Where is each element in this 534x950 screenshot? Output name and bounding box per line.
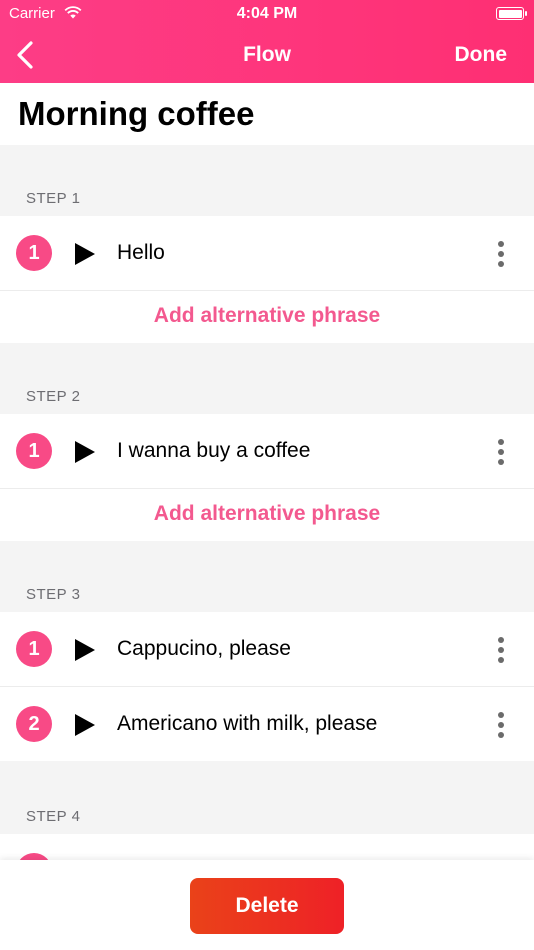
add-alternative-phrase-button[interactable]: Add alternative phrase (0, 291, 534, 343)
steps-list: STEP 1 1 Hello Add alternative phrase ST… (0, 145, 534, 909)
step-label: STEP 1 (26, 190, 81, 207)
step-header: STEP 4 (0, 761, 534, 834)
header: Carrier 4:04 PM Flow Done (0, 0, 534, 83)
phrase-text: I wanna buy a coffee (117, 439, 311, 462)
phrase-row[interactable]: 2 Americano with milk, please (0, 687, 534, 761)
more-vertical-icon[interactable] (497, 636, 505, 664)
step-header: STEP 1 (0, 145, 534, 216)
nav-bar: Flow Done (0, 36, 534, 76)
step-label: STEP 3 (26, 586, 81, 603)
step-header: STEP 3 (0, 541, 534, 612)
play-icon[interactable] (74, 713, 96, 737)
phrase-index-badge: 1 (16, 235, 52, 271)
phrase-index-badge: 1 (16, 631, 52, 667)
done-button[interactable]: Done (455, 43, 508, 67)
battery-icon (496, 7, 527, 20)
phrase-index-badge: 2 (16, 706, 52, 742)
delete-button[interactable]: Delete (190, 878, 344, 934)
phrase-text: Americano with milk, please (117, 712, 378, 735)
add-alternative-phrase-label: Add alternative phrase (153, 304, 381, 327)
step-header: STEP 2 (0, 343, 534, 414)
more-vertical-icon[interactable] (497, 240, 505, 268)
play-icon[interactable] (74, 638, 96, 662)
phrase-row[interactable]: 1 Hello (0, 216, 534, 291)
phrase-row[interactable]: 1 I wanna buy a coffee (0, 414, 534, 489)
status-time: 4:04 PM (236, 5, 298, 22)
step-label: STEP 4 (26, 808, 81, 825)
step-label: STEP 2 (26, 388, 81, 405)
title-bar: Morning coffee (0, 83, 534, 145)
more-vertical-icon[interactable] (497, 438, 505, 466)
footer: Delete (0, 860, 534, 950)
phrase-text: Hello (117, 241, 165, 264)
add-alternative-phrase-label: Add alternative phrase (153, 502, 381, 525)
page-title: Morning coffee (18, 95, 255, 132)
status-bar: Carrier 4:04 PM (0, 4, 534, 24)
add-alternative-phrase-button[interactable]: Add alternative phrase (0, 489, 534, 541)
play-icon[interactable] (74, 440, 96, 464)
phrase-index-badge: 1 (16, 433, 52, 469)
phrase-text: Cappucino, please (117, 637, 291, 660)
play-icon[interactable] (74, 242, 96, 266)
more-vertical-icon[interactable] (497, 711, 505, 739)
phrase-row[interactable]: 1 Cappucino, please (0, 612, 534, 687)
